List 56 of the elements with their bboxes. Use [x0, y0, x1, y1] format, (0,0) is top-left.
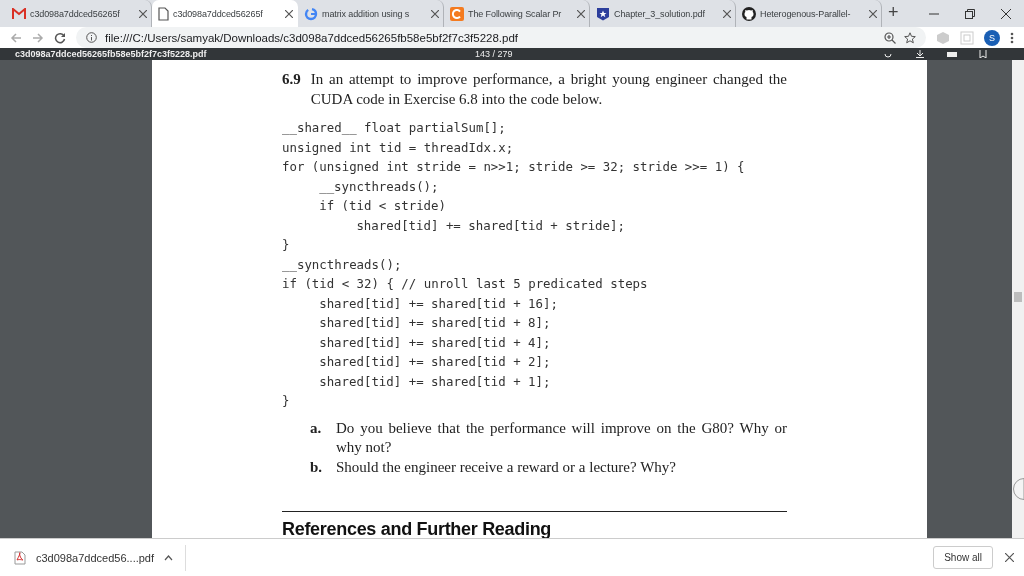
- code-line: __syncthreads();: [282, 256, 402, 272]
- tab-close-icon[interactable]: [431, 9, 439, 18]
- print-icon[interactable]: [947, 50, 957, 58]
- close-icon[interactable]: [1001, 9, 1011, 19]
- exercise-number: 6.9: [282, 70, 301, 89]
- code-line: shared[tid] += shared[tid + 16];: [319, 295, 558, 311]
- code-line: unsigned int tid = threadIdx.x;: [282, 139, 514, 155]
- code-line: }: [282, 393, 290, 408]
- download-file-name[interactable]: c3d098a7ddced56....pdf: [36, 551, 155, 564]
- code-line: shared[tid] += shared[tid + 8];: [319, 315, 551, 330]
- tab-close-icon[interactable]: [869, 9, 877, 18]
- mail-icon: [12, 8, 26, 19]
- code-line: if (tid < stride): [319, 198, 446, 213]
- star-icon[interactable]: [904, 31, 916, 44]
- bookmark-icon[interactable]: [979, 50, 989, 58]
- question-text: Should the engineer receive a reward or a lecture? Why?: [336, 457, 677, 477]
- new-tab-button[interactable]: +: [888, 2, 899, 23]
- code-line: shared[tid] += shared[tid + 4];: [319, 334, 551, 350]
- code-line: __syncthreads();: [319, 178, 439, 194]
- code-line: }: [282, 237, 290, 252]
- github-cat-icon: [742, 6, 756, 21]
- google-icon: [304, 6, 318, 21]
- question-text: Do you believe that the performance will improve on the G80? Why or why not?: [336, 418, 787, 457]
- reload-icon[interactable]: [54, 31, 66, 44]
- show-all-button[interactable]: Show all: [933, 546, 993, 569]
- code-line: shared[tid] += shared[tid + 1];: [319, 373, 551, 389]
- page-counter: 143 / 279: [475, 49, 513, 59]
- code-line: shared[tid] += shared[tid + 2];: [319, 354, 551, 369]
- question-label: a.: [310, 418, 323, 438]
- pdf-file-name: c3d098a7ddced56265fb58e5bf2f7c3f5228.pdf: [15, 49, 207, 59]
- exercise-text: In an attempt to improve performance, a bright young engineer changed the CUDA code in Exercise 6.8 into the code below.: [310, 70, 787, 109]
- code-line: for (unsigned int stride = n>>1; stride >= 32; stride >>= 1) {: [282, 159, 745, 174]
- tab-close-icon[interactable]: [139, 9, 147, 18]
- tab-close-icon[interactable]: [577, 9, 585, 18]
- profile-avatar[interactable]: S: [984, 29, 1000, 46]
- c-logo-icon: [450, 6, 464, 21]
- star-shield-icon: [596, 6, 610, 21]
- zoom-icon[interactable]: [884, 31, 896, 44]
- restore-icon[interactable]: [965, 9, 975, 19]
- info-icon: [86, 32, 97, 43]
- code-line: __shared__ float partialSum[];: [282, 120, 506, 135]
- code-line: shared[tid] += shared[tid + stride];: [356, 217, 625, 233]
- browser-tab[interactable]: c3d098a7ddced56265f: [152, 0, 298, 27]
- tab-close-icon[interactable]: [723, 9, 731, 18]
- pdf-file-icon: [14, 550, 26, 565]
- code-line: if (tid < 32) { // unroll last 5 predicated steps: [282, 276, 648, 291]
- caret-up-icon[interactable]: [164, 554, 174, 561]
- section-heading: References and Further Reading: [282, 519, 553, 538]
- close-icon[interactable]: [1005, 553, 1014, 562]
- tab-close-icon[interactable]: [285, 9, 293, 18]
- download-icon[interactable]: [915, 50, 925, 58]
- scrollbar[interactable]: [1012, 60, 1024, 538]
- address-bar[interactable]: file:///C:/Users/samyak/Downloads/c3d098a7ddced56265fb58e5bf2f7c3f5228.pdf: [76, 27, 926, 48]
- menu-icon[interactable]: [1010, 31, 1014, 44]
- document-icon: [158, 6, 169, 21]
- question-label: b.: [310, 457, 324, 477]
